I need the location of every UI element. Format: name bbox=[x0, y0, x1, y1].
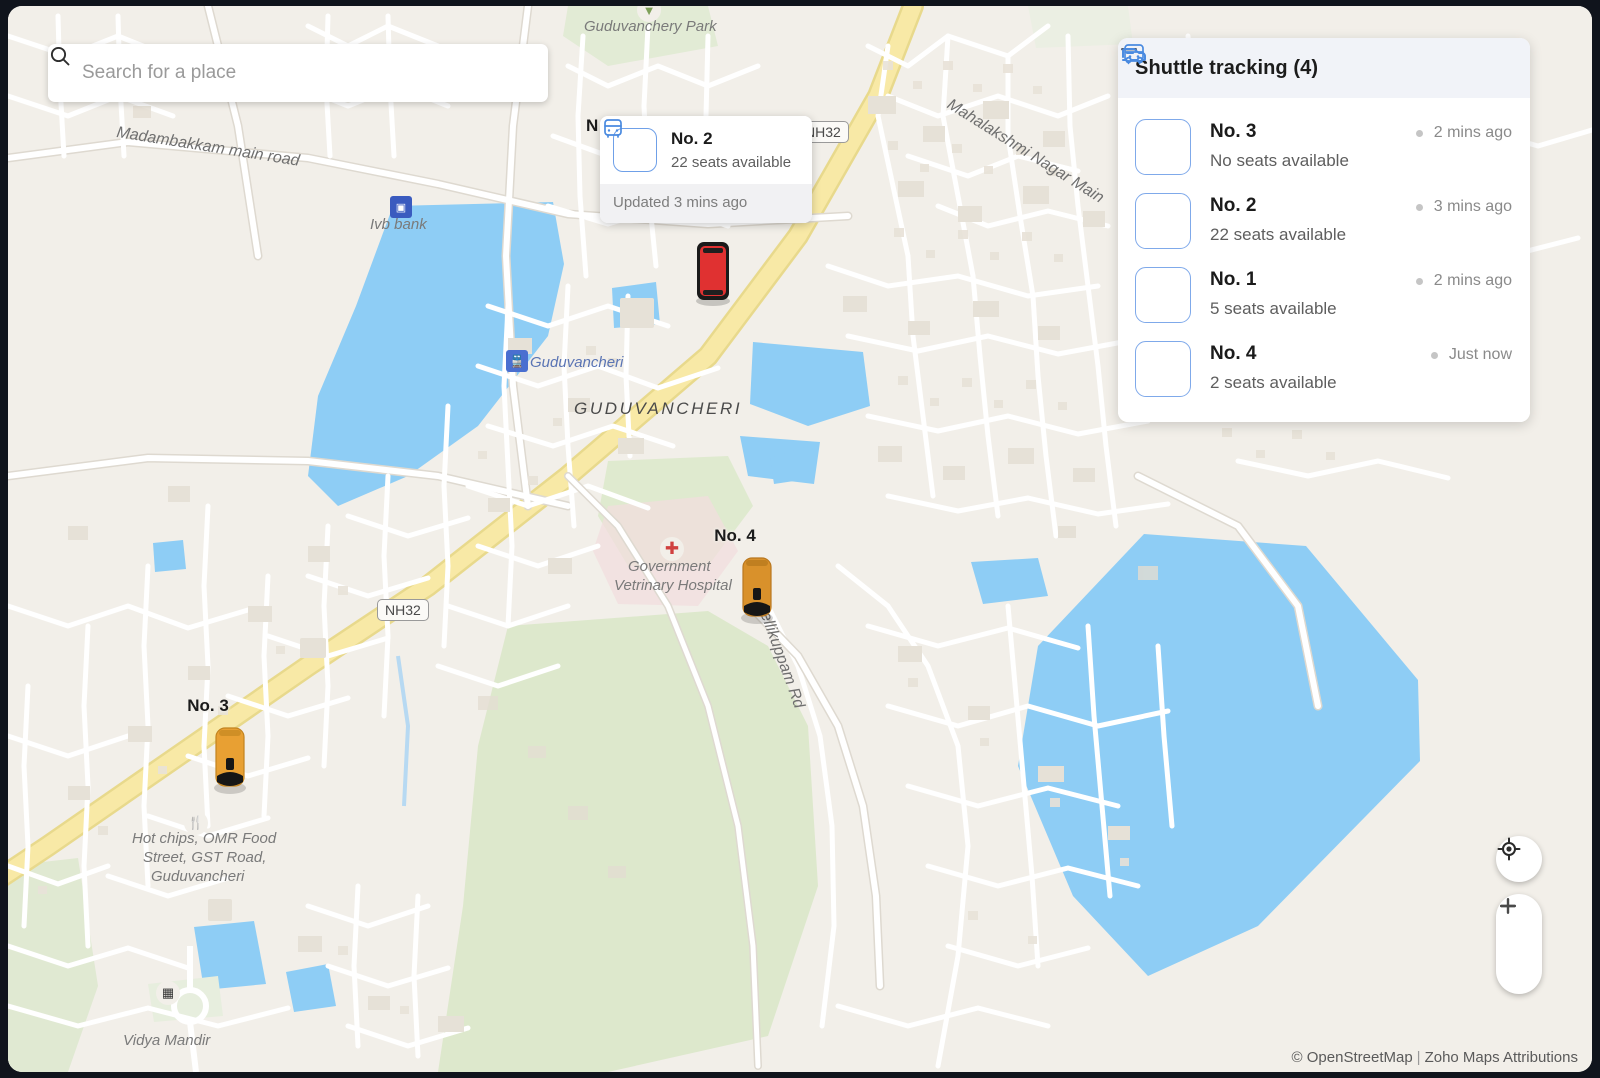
zoom-controls[interactable] bbox=[1496, 894, 1542, 994]
panel-body: No. 3 No seats available 2 mins ago bbox=[1118, 98, 1530, 422]
search-bar[interactable] bbox=[48, 44, 548, 102]
school-icon: ▦ bbox=[156, 981, 180, 1005]
status-dot-icon bbox=[1431, 352, 1438, 359]
shuttle-tooltip-popup[interactable]: No. 2 22 seats available Updated 3 mins … bbox=[600, 116, 812, 223]
hospital-cross-icon: ✚ bbox=[660, 537, 684, 561]
panel-title: Shuttle tracking (4) bbox=[1135, 57, 1318, 80]
shuttle-list-item[interactable]: No. 4 2 seats available Just now bbox=[1118, 332, 1530, 406]
shuttle-seats: 5 seats available bbox=[1210, 299, 1416, 319]
zoom-out-button[interactable] bbox=[1496, 944, 1542, 994]
shuttle-seats: No seats available bbox=[1210, 151, 1416, 171]
bus-top-view-icon bbox=[691, 238, 735, 308]
tooltip-text: No. 2 22 seats available bbox=[671, 129, 791, 171]
attribution-osm[interactable]: © OpenStreetMap bbox=[1292, 1049, 1413, 1066]
shuttle-time-text: Just now bbox=[1449, 346, 1512, 364]
highway-shield-nh32-bottom: NH32 bbox=[377, 599, 429, 621]
shuttle-name: No. 2 bbox=[1210, 196, 1416, 216]
van-icon bbox=[1135, 119, 1191, 175]
railway-station-icon: 🚆 bbox=[506, 350, 528, 372]
van-icon bbox=[1135, 341, 1191, 397]
shuttle-time: 2 mins ago bbox=[1416, 267, 1512, 290]
shuttle-time-text: 2 mins ago bbox=[1434, 272, 1512, 290]
attribution-zoho[interactable]: Zoho Maps Attributions bbox=[1425, 1049, 1578, 1066]
tooltip-main: No. 2 22 seats available bbox=[600, 116, 812, 184]
shuttle-info: No. 2 22 seats available bbox=[1210, 193, 1416, 245]
attribution-separator: | bbox=[1417, 1049, 1421, 1066]
status-dot-icon bbox=[1416, 204, 1423, 211]
status-dot-icon bbox=[1416, 278, 1423, 285]
tooltip-updated-time: Updated 3 mins ago bbox=[600, 184, 812, 223]
shuttle-time-text: 2 mins ago bbox=[1434, 124, 1512, 142]
map-canvas[interactable]: .rd { stroke:#ffffff; fill:none; stroke-… bbox=[8, 6, 1592, 1072]
shuttle-list-item[interactable]: No. 1 5 seats available 2 mins ago bbox=[1118, 258, 1530, 332]
van-icon bbox=[1135, 267, 1191, 323]
vehicle-label-no-4: No. 4 bbox=[714, 526, 756, 546]
restaurant-icon: 🍴 bbox=[184, 811, 208, 835]
shuttle-tracking-panel[interactable]: Shuttle tracking (4) bbox=[1118, 38, 1530, 422]
vehicle-label-no-3: No. 3 bbox=[187, 696, 229, 716]
locate-target-icon bbox=[1496, 836, 1522, 862]
bus-icon bbox=[613, 128, 657, 172]
locate-me-button[interactable] bbox=[1496, 836, 1542, 882]
bank-icon: ▣ bbox=[390, 196, 412, 218]
shuttle-time: Just now bbox=[1431, 341, 1512, 364]
shuttle-time: 2 mins ago bbox=[1416, 119, 1512, 142]
shuttle-name: No. 1 bbox=[1210, 270, 1416, 290]
shuttle-list-item[interactable]: No. 3 No seats available 2 mins ago bbox=[1118, 110, 1530, 184]
shuttle-seats: 22 seats available bbox=[1210, 225, 1416, 245]
shuttle-info: No. 4 2 seats available bbox=[1210, 341, 1431, 393]
status-dot-icon bbox=[1416, 130, 1423, 137]
van-top-view-icon bbox=[735, 554, 779, 626]
map-attribution: © OpenStreetMap|Zoho Maps Attributions bbox=[1292, 1049, 1578, 1066]
minimize-button[interactable] bbox=[1480, 53, 1510, 83]
search-input[interactable] bbox=[82, 62, 530, 84]
tooltip-shuttle-name: No. 2 bbox=[671, 129, 791, 149]
shuttle-time: 3 mins ago bbox=[1416, 193, 1512, 216]
shuttle-info: No. 1 5 seats available bbox=[1210, 267, 1416, 319]
shuttle-time-text: 3 mins ago bbox=[1434, 198, 1512, 216]
shuttle-list-item[interactable]: No. 2 22 seats available 3 mins ago bbox=[1118, 184, 1530, 258]
shuttle-info: No. 3 No seats available bbox=[1210, 119, 1416, 171]
panel-header: Shuttle tracking (4) bbox=[1118, 38, 1530, 98]
shuttle-name: No. 4 bbox=[1210, 344, 1431, 364]
van-top-view-icon bbox=[208, 724, 252, 796]
shuttle-name: No. 3 bbox=[1210, 122, 1416, 142]
minus-icon bbox=[1496, 894, 1520, 918]
shuttle-seats: 2 seats available bbox=[1210, 373, 1431, 393]
bus-icon bbox=[1135, 193, 1191, 249]
map-application: .rd { stroke:#ffffff; fill:none; stroke-… bbox=[0, 0, 1600, 1078]
tooltip-shuttle-seats: 22 seats available bbox=[671, 154, 791, 171]
